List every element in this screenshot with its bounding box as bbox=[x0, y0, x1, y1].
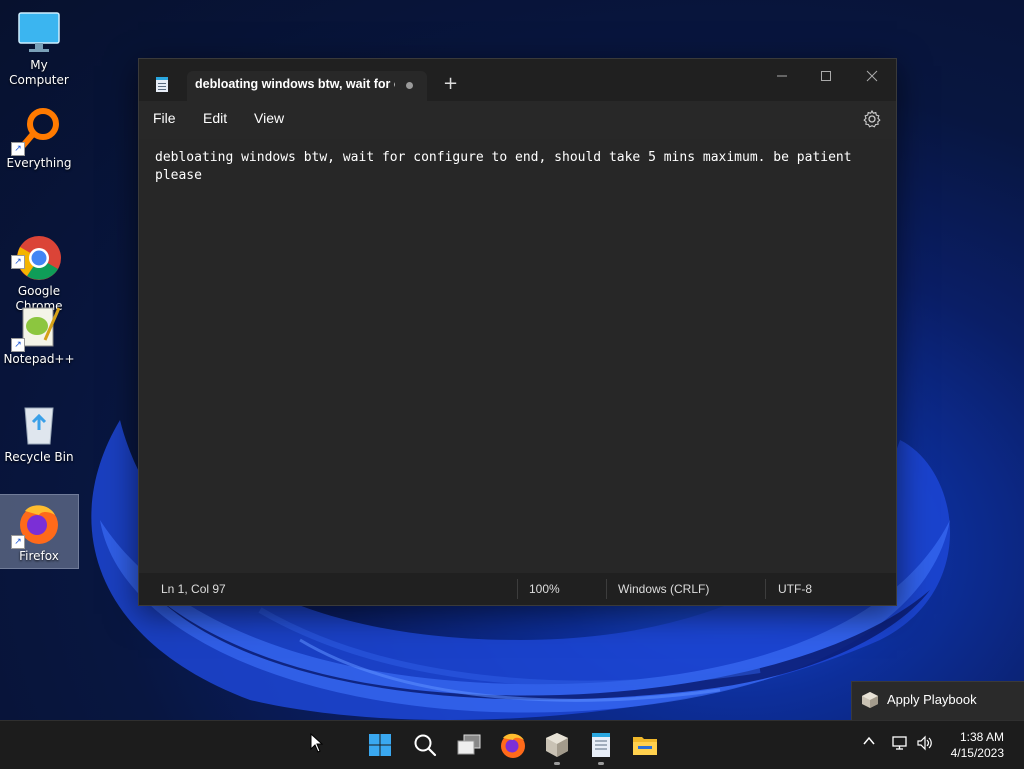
encoding[interactable]: UTF-8 bbox=[778, 582, 812, 596]
status-divider bbox=[765, 579, 766, 599]
close-icon bbox=[866, 70, 878, 82]
text-editor[interactable]: debloating windows btw, wait for configu… bbox=[139, 139, 896, 573]
taskbar-firefox[interactable] bbox=[497, 729, 529, 761]
tab-document[interactable]: debloating windows btw, wait for c bbox=[187, 71, 427, 101]
start-icon bbox=[369, 734, 391, 756]
zoom-level[interactable]: 100% bbox=[529, 582, 560, 596]
desktop-icon-recycle-bin[interactable]: Recycle Bin bbox=[0, 400, 78, 465]
title-bar[interactable]: debloating windows btw, wait for c + bbox=[139, 59, 896, 101]
notepad-window: debloating windows btw, wait for c + Fil… bbox=[138, 58, 897, 606]
status-bar: Ln 1, Col 97 100% Windows (CRLF) UTF-8 bbox=[139, 573, 896, 605]
firefox-icon bbox=[501, 733, 525, 758]
notepad-plus-plus-icon: ↗ bbox=[11, 302, 63, 352]
file-explorer-icon bbox=[633, 737, 657, 755]
unsaved-dot-icon[interactable] bbox=[406, 82, 413, 89]
tab-title: debloating windows btw, wait for c bbox=[195, 77, 395, 91]
desktop-icon-label: Everything bbox=[6, 156, 72, 170]
toast-label: Apply Playbook bbox=[887, 692, 977, 707]
menu-view[interactable]: View bbox=[254, 110, 284, 126]
network-icon bbox=[892, 736, 907, 750]
everything-search-icon: ↗ bbox=[11, 106, 63, 156]
running-indicator bbox=[598, 762, 604, 765]
minimize-button[interactable] bbox=[759, 65, 805, 93]
task-view-icon bbox=[457, 734, 481, 755]
desktop-icon-firefox[interactable]: ↗ Firefox bbox=[0, 494, 79, 569]
recycle-bin-icon bbox=[15, 400, 63, 448]
firefox-icon: ↗ bbox=[11, 499, 63, 549]
desktop-icon-label: My Computer bbox=[9, 58, 69, 87]
shortcut-arrow-icon: ↗ bbox=[11, 338, 25, 352]
search-icon bbox=[414, 734, 437, 757]
menu-file[interactable]: File bbox=[153, 110, 176, 126]
status-divider bbox=[606, 579, 607, 599]
document-text[interactable]: debloating windows btw, wait for configu… bbox=[155, 149, 880, 185]
shortcut-arrow-icon: ↗ bbox=[11, 142, 25, 156]
shortcut-arrow-icon: ↗ bbox=[11, 535, 25, 549]
notepad-app-icon bbox=[156, 77, 168, 92]
taskbar-playbook[interactable] bbox=[541, 729, 573, 765]
show-hidden-icons-button[interactable] bbox=[862, 734, 876, 752]
desktop-icon-label: Notepad++ bbox=[3, 352, 75, 366]
taskbar-search-button[interactable] bbox=[409, 729, 441, 761]
new-tab-button[interactable]: + bbox=[443, 75, 458, 93]
volume-icon bbox=[917, 735, 932, 751]
task-view-button[interactable] bbox=[453, 729, 485, 761]
menu-edit[interactable]: Edit bbox=[203, 110, 227, 126]
taskbar-notepad[interactable] bbox=[585, 729, 617, 765]
maximize-icon bbox=[821, 71, 831, 81]
playbook-icon bbox=[546, 733, 568, 757]
volume-button[interactable] bbox=[916, 735, 934, 755]
settings-gear-icon[interactable] bbox=[862, 109, 882, 129]
taskbar: 1:38 AM 4/15/2023 bbox=[0, 720, 1024, 769]
shortcut-arrow-icon: ↗ bbox=[11, 255, 25, 269]
close-button[interactable] bbox=[849, 65, 895, 93]
chevron-up-icon bbox=[863, 736, 875, 745]
desktop-icon-my-computer[interactable]: My Computer bbox=[0, 8, 78, 88]
cursor-position: Ln 1, Col 97 bbox=[161, 582, 226, 596]
status-divider bbox=[517, 579, 518, 599]
start-button[interactable] bbox=[364, 729, 396, 761]
menu-bar: File Edit View bbox=[139, 101, 896, 139]
desktop-icon-everything[interactable]: ↗ Everything bbox=[0, 106, 78, 171]
desktop-icon-label: Firefox bbox=[19, 549, 59, 563]
taskbar-clock[interactable]: 1:38 AM 4/15/2023 bbox=[951, 729, 1004, 761]
network-button[interactable] bbox=[891, 735, 909, 755]
chrome-icon: ↗ bbox=[11, 219, 63, 280]
notepad-icon bbox=[592, 733, 610, 757]
running-indicator bbox=[554, 762, 560, 765]
minimize-icon bbox=[777, 75, 787, 77]
desktop-icon-label: Recycle Bin bbox=[4, 450, 74, 464]
desktop-icon-notepad-plus-plus[interactable]: ↗ Notepad++ bbox=[0, 302, 78, 367]
apply-playbook-toast[interactable]: Apply Playbook bbox=[851, 681, 1024, 721]
playbook-cube-icon bbox=[862, 692, 878, 708]
line-ending[interactable]: Windows (CRLF) bbox=[618, 582, 709, 596]
taskbar-file-explorer[interactable] bbox=[629, 729, 661, 761]
clock-date: 4/15/2023 bbox=[950, 746, 1004, 760]
monitor-icon bbox=[15, 8, 63, 56]
maximize-button[interactable] bbox=[803, 65, 849, 93]
clock-time: 1:38 AM bbox=[959, 730, 1004, 744]
mouse-cursor-icon bbox=[310, 733, 324, 753]
